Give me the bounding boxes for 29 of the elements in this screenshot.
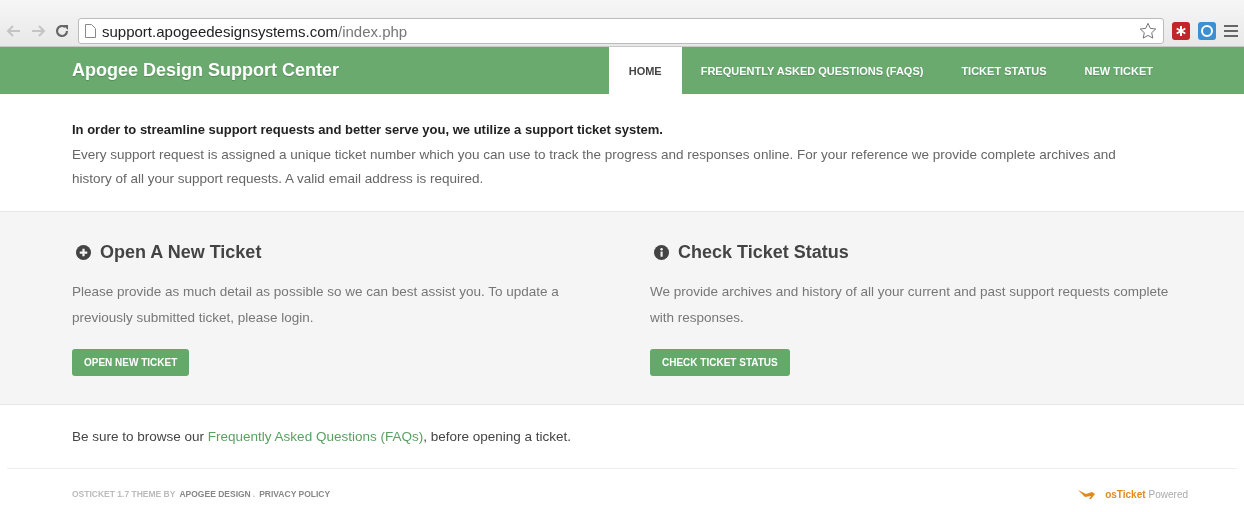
brand-name: osTicket [1105,488,1146,500]
theme-credit: OSTICKET 1.7 THEME BY [72,489,176,499]
faq-note: Be sure to browse our Frequently Asked Questions (FAQs), before opening a ticket. [7,405,1237,469]
card-title: Open A New Ticket [100,242,262,263]
star-icon[interactable] [1139,22,1157,40]
page-icon [85,24,96,38]
nav-tab[interactable]: TICKET STATUS [942,47,1066,94]
powered-label: Powered [1148,488,1188,500]
menu-icon[interactable] [1224,24,1238,38]
action-button[interactable]: CHECK TICKET STATUS [650,349,790,376]
extension-icon[interactable] [1198,22,1216,40]
address-bar[interactable]: support.apogeedesignsystems.com/index.php [78,18,1164,44]
info-icon [654,245,669,260]
action-button[interactable]: OPEN NEW TICKET [72,349,190,376]
reload-icon[interactable] [54,23,70,39]
card-title: Check Ticket Status [678,242,849,263]
privacy-link[interactable]: PRIVACY POLICY [259,489,331,499]
nav-tab[interactable]: NEW TICKET [1065,47,1172,94]
plus-circle-icon [76,245,91,260]
site-title: Apogee Design Support Center [72,60,341,81]
nav-tab[interactable]: FREQUENTLY ASKED QUESTIONS (FAQS) [681,47,943,94]
card-text: We provide archives and history of all your current and past support requests complete with responses. [650,283,1170,327]
author-link[interactable]: APOGEE DESIGN [179,489,251,499]
separator: . [252,489,256,499]
intro-heading: In order to streamline support requests and better serve you, we utilize a support ticket system. [72,122,664,137]
intro-text: Every support request is assigned a unique ticket number which you can use to track the progress and responses online. For your reference we provide complete archives and history of all your support requests. A valid email address is required. [72,146,1117,188]
extension-icon[interactable] [1172,22,1190,40]
card-text: Please provide as much detail as possible so we can best assist you. To update a previously submitted ticket, please login. [72,283,560,327]
nav-tab[interactable]: HOME [608,47,682,94]
